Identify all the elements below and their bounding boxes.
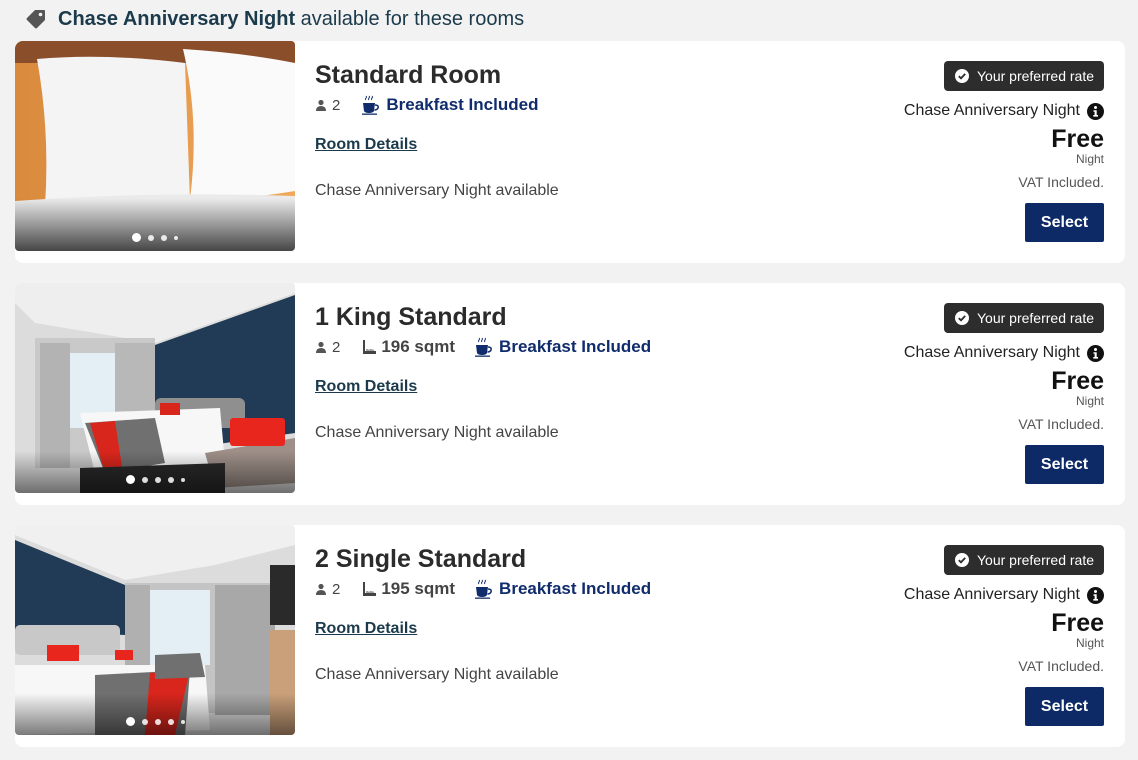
coffee-cup-icon <box>475 337 492 357</box>
carousel-dot[interactable] <box>148 234 154 241</box>
preferred-rate-label: Your preferred rate <box>977 310 1094 326</box>
room-card: Standard Room 2 Breakfast Included Room … <box>15 41 1125 263</box>
vat-note: VAT Included. <box>1018 658 1104 674</box>
breakfast-label: Breakfast Included <box>499 337 652 356</box>
room-photo <box>15 283 295 493</box>
info-icon[interactable] <box>1087 344 1104 362</box>
carousel-dot[interactable] <box>161 234 167 241</box>
carousel-dot[interactable] <box>167 476 174 483</box>
room-meta: 2 195 sqmt Breakfast Included <box>315 579 651 599</box>
breakfast-included: Breakfast Included <box>475 337 651 357</box>
rate-name: Chase Anniversary Night <box>904 344 1104 362</box>
person-icon <box>316 583 326 595</box>
person-icon <box>316 341 326 353</box>
ruler-icon <box>363 340 377 354</box>
room-title: Standard Room <box>315 61 502 89</box>
check-circle-icon <box>955 311 969 325</box>
room-meta: 2 196 sqmt Breakfast Included <box>315 337 651 357</box>
availability-text: Chase Anniversary Night available <box>315 424 559 441</box>
room-details-link[interactable]: Room Details <box>315 378 417 396</box>
room-photo-carousel[interactable] <box>15 283 295 493</box>
price-unit: Night <box>1075 636 1104 650</box>
person-icon <box>316 99 326 111</box>
carousel-dots <box>15 475 295 484</box>
rate-name-label: Chase Anniversary Night <box>903 344 1080 361</box>
occupancy: 2 <box>315 581 340 598</box>
room-size: 196 sqmt <box>362 337 455 357</box>
price: Free <box>1051 609 1104 637</box>
room-photo <box>15 525 295 735</box>
carousel-dot[interactable] <box>125 717 135 726</box>
room-size-value: 196 sqmt <box>381 337 456 356</box>
room-meta: 2 Breakfast Included <box>315 95 538 115</box>
preferred-rate-badge: Your preferred rate <box>944 61 1104 91</box>
vat-note: VAT Included. <box>1018 174 1104 190</box>
vat-note: VAT Included. <box>1018 416 1104 432</box>
coffee-cup-icon <box>475 579 492 599</box>
room-size-value: 195 sqmt <box>381 579 456 598</box>
carousel-dots <box>15 717 295 726</box>
tag-icon <box>24 7 48 31</box>
room-photo-carousel[interactable] <box>15 525 295 735</box>
carousel-dot[interactable] <box>167 718 174 725</box>
carousel-dot[interactable] <box>141 718 148 725</box>
rate-name-label: Chase Anniversary Night <box>903 102 1080 119</box>
room-photo-carousel[interactable] <box>15 41 295 251</box>
banner-suffix: available for these rooms <box>295 7 525 30</box>
availability-text: Chase Anniversary Night available <box>315 666 559 683</box>
preferred-rate-badge: Your preferred rate <box>944 545 1104 575</box>
rate-name-label: Chase Anniversary Night <box>903 586 1080 603</box>
occupancy-count: 2 <box>332 580 341 598</box>
carousel-dot[interactable] <box>154 476 161 483</box>
price: Free <box>1051 125 1104 153</box>
occupancy: 2 <box>315 97 340 114</box>
room-size: 195 sqmt <box>362 579 455 599</box>
occupancy-count: 2 <box>332 96 341 114</box>
room-title: 1 King Standard <box>315 303 507 331</box>
breakfast-label: Breakfast Included <box>499 579 652 598</box>
rate-name: Chase Anniversary Night <box>904 102 1104 120</box>
check-circle-icon <box>955 69 969 83</box>
room-details-link[interactable]: Room Details <box>315 136 417 154</box>
price: Free <box>1051 367 1104 395</box>
select-button[interactable]: Select <box>1025 687 1104 726</box>
preferred-rate-label: Your preferred rate <box>977 68 1094 84</box>
carousel-dot[interactable] <box>180 719 185 724</box>
carousel-dot[interactable] <box>141 476 148 483</box>
banner-highlight: Chase Anniversary Night <box>58 7 296 30</box>
carousel-dot[interactable] <box>125 475 135 484</box>
breakfast-label: Breakfast Included <box>386 95 539 114</box>
room-card: 2 Single Standard 2 195 sqmt Breakfast I… <box>15 525 1125 747</box>
select-button[interactable]: Select <box>1025 445 1104 484</box>
info-icon[interactable] <box>1087 586 1104 604</box>
carousel-dot[interactable] <box>180 477 185 482</box>
select-button[interactable]: Select <box>1025 203 1104 242</box>
offer-banner: Chase Anniversary Night available for th… <box>24 6 524 32</box>
preferred-rate-badge: Your preferred rate <box>944 303 1104 333</box>
breakfast-included: Breakfast Included <box>475 579 651 599</box>
ruler-icon <box>363 582 377 596</box>
preferred-rate-label: Your preferred rate <box>977 552 1094 568</box>
carousel-dot[interactable] <box>132 233 141 242</box>
carousel-dots <box>15 233 295 242</box>
price-unit: Night <box>1075 394 1104 408</box>
carousel-dot[interactable] <box>154 718 161 725</box>
carousel-dot[interactable] <box>174 235 178 240</box>
price-unit: Night <box>1075 152 1104 166</box>
info-icon[interactable] <box>1087 102 1104 120</box>
check-circle-icon <box>955 553 969 567</box>
availability-text: Chase Anniversary Night available <box>315 182 559 199</box>
room-details-link[interactable]: Room Details <box>315 620 417 638</box>
banner-text: Chase Anniversary Night available for th… <box>58 8 524 31</box>
occupancy-count: 2 <box>332 338 341 356</box>
room-photo <box>15 41 295 251</box>
occupancy: 2 <box>315 339 340 356</box>
rate-name: Chase Anniversary Night <box>904 586 1104 604</box>
breakfast-included: Breakfast Included <box>362 95 538 115</box>
coffee-cup-icon <box>362 95 380 115</box>
room-title: 2 Single Standard <box>315 545 527 573</box>
room-card: 1 King Standard 2 196 sqmt Breakfast Inc… <box>15 283 1125 505</box>
